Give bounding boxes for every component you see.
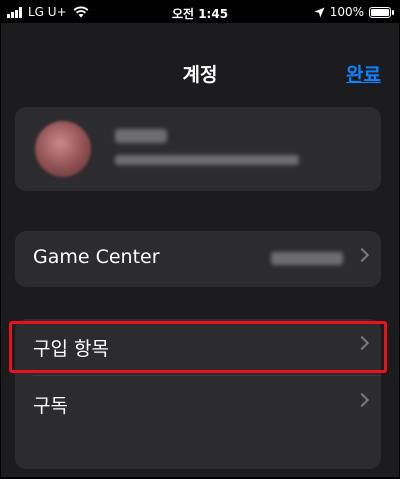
battery-percent: 100%	[329, 5, 364, 19]
chevron-right-icon	[354, 392, 370, 408]
nav-bar: 계정 완료	[1, 36, 399, 96]
purchases-label: 구입 항목	[33, 338, 109, 360]
chevron-right-icon	[354, 335, 370, 351]
page-title: 계정	[182, 64, 218, 86]
status-right: 100%	[314, 5, 394, 19]
chevron-right-icon	[354, 247, 370, 263]
location-arrow-icon	[314, 7, 325, 17]
game-center-row[interactable]: Game Center	[15, 231, 381, 287]
menu-group: 구입 항목 구독	[9, 319, 387, 469]
subscriptions-row[interactable]: 구독	[15, 376, 381, 432]
status-bar: LG U+ 오전 1:45 100%	[1, 1, 399, 23]
subscriptions-label: 구독	[33, 395, 68, 417]
battery-icon	[369, 6, 394, 18]
profile-email-redacted	[115, 155, 299, 165]
profile-card[interactable]	[15, 107, 381, 191]
avatar	[35, 121, 91, 177]
game-center-label: Game Center	[33, 246, 160, 268]
battery-fill	[371, 8, 389, 16]
screen: LG U+ 오전 1:45 100% 계정 완료 Game Center 구입 …	[1, 1, 399, 477]
done-button[interactable]: 완료	[346, 60, 381, 87]
purchases-row[interactable]: 구입 항목	[15, 319, 381, 375]
game-center-nickname-redacted	[271, 252, 343, 265]
profile-name-redacted	[115, 129, 167, 143]
